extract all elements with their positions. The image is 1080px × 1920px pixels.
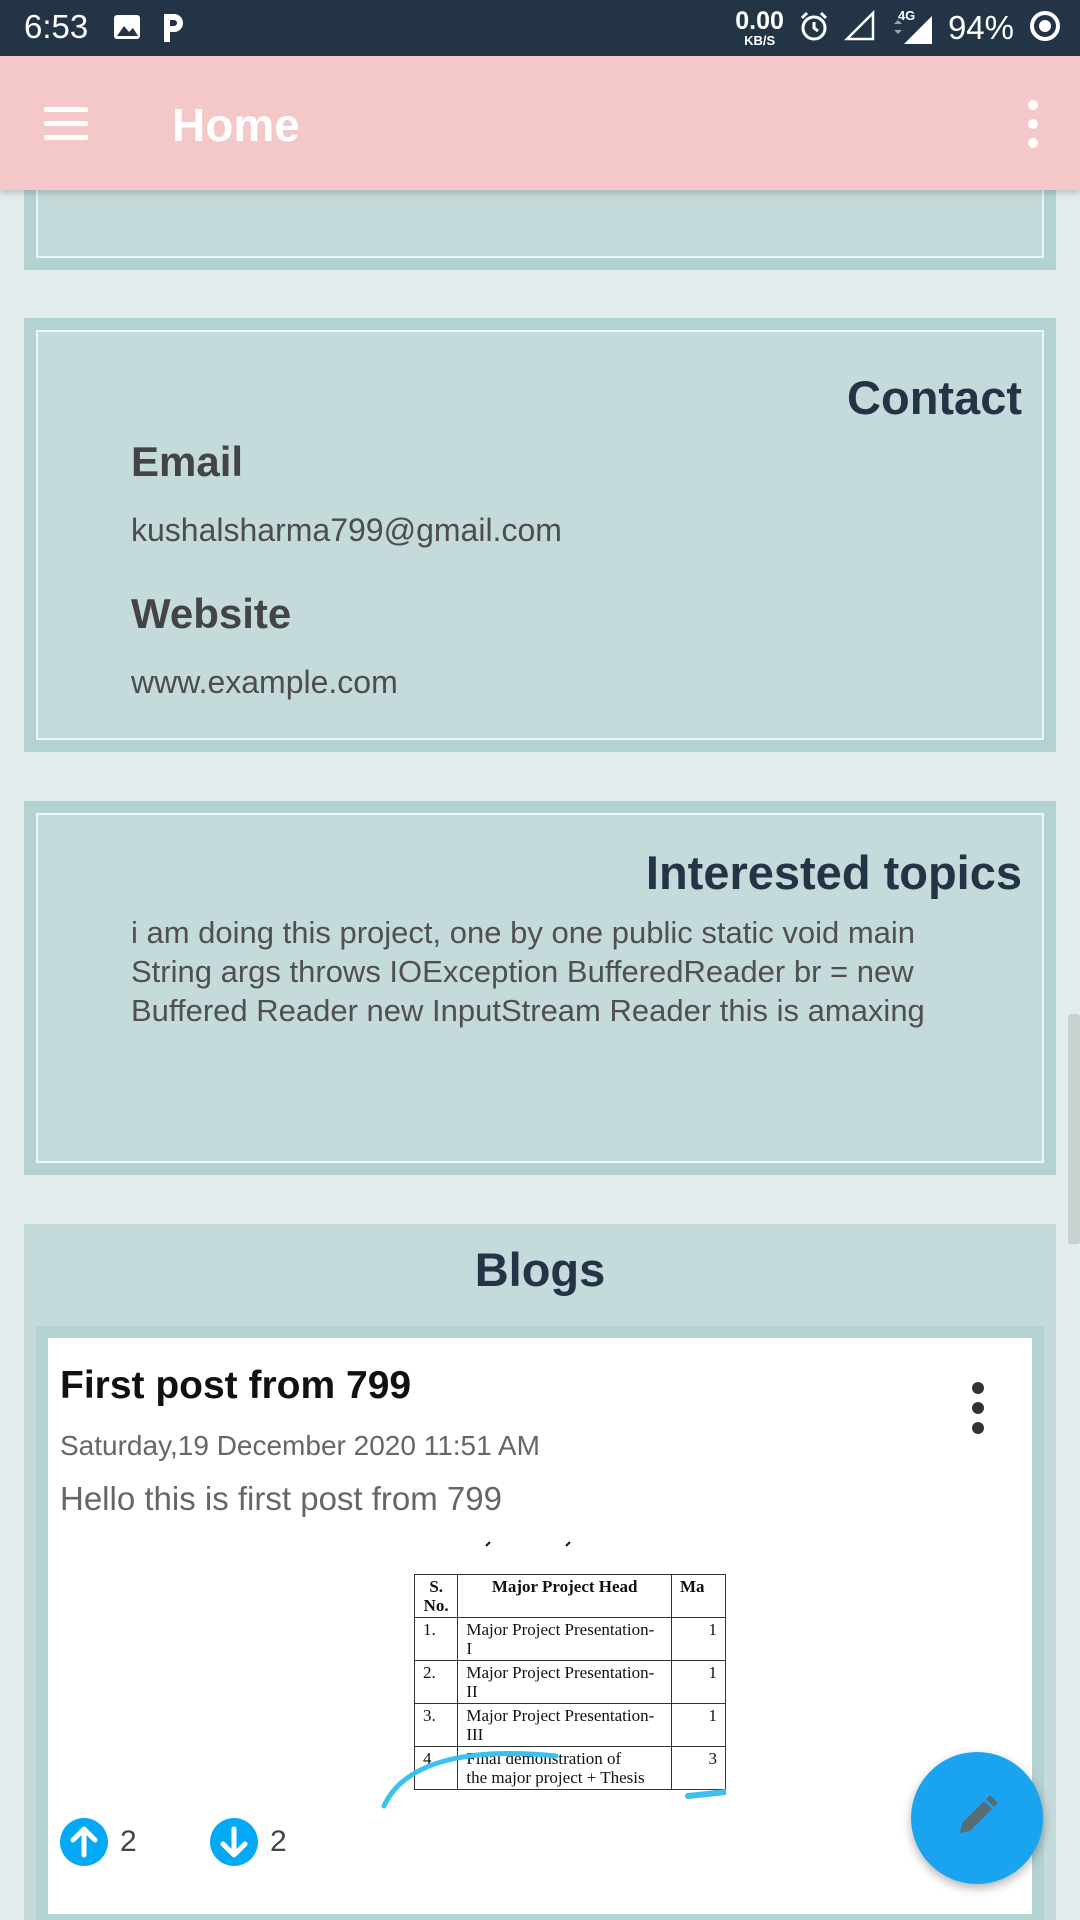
post-title: First post from 799 bbox=[60, 1364, 412, 1407]
upvote[interactable]: 2 bbox=[60, 1818, 137, 1866]
post-image-table-header: S. No. Major Project Head Ma bbox=[413, 1574, 726, 1618]
table-row: 4. Final demonstration of the major proj… bbox=[413, 1746, 726, 1790]
post-image-header-cell: Ma bbox=[671, 1574, 726, 1618]
battery-level: 94% bbox=[947, 9, 1014, 46]
p-icon bbox=[160, 12, 186, 48]
post-date: Saturday,19 December 2020 11:51 AM bbox=[60, 1430, 540, 1461]
topics-heading: Interested topics bbox=[645, 846, 1022, 899]
signal-4g-icon: 4G bbox=[890, 8, 934, 46]
net-speed-value: 0.00 bbox=[735, 7, 784, 35]
signal-empty-icon bbox=[843, 9, 876, 46]
upvote-count: 2 bbox=[120, 1825, 137, 1858]
compose-fab[interactable] bbox=[911, 1752, 1043, 1884]
post-image-table: S. No. Major Project Head Ma 1. Major Pr… bbox=[413, 1574, 726, 1790]
table-cell: Major Project Presentation- III bbox=[457, 1703, 673, 1747]
table-row: 3. Major Project Presentation- III 1 bbox=[413, 1703, 726, 1747]
alarm-icon bbox=[798, 10, 830, 46]
table-cell: 4. bbox=[413, 1746, 459, 1790]
hamburger-icon[interactable] bbox=[28, 94, 102, 152]
status-time: 6:53 bbox=[24, 8, 89, 45]
more-vert-icon[interactable] bbox=[1006, 92, 1060, 156]
net-speed-unit: KB/S bbox=[744, 33, 776, 48]
table-cell: 3 bbox=[671, 1746, 726, 1790]
scrollbar-thumb[interactable] bbox=[1068, 1014, 1080, 1244]
page-title: Home bbox=[172, 99, 300, 151]
website-label: Website bbox=[131, 590, 292, 637]
status-left-icons bbox=[112, 12, 186, 48]
contact-heading: Contact bbox=[847, 371, 1022, 424]
upvote-arrow-icon[interactable] bbox=[60, 1818, 108, 1866]
post-image-header-cell: Major Project Head bbox=[457, 1574, 673, 1618]
table-cell: 3. bbox=[413, 1703, 459, 1747]
table-cell: Major Project Presentation- I bbox=[457, 1617, 673, 1661]
table-row: 1. Major Project Presentation- I 1 bbox=[413, 1617, 726, 1661]
post-image-header-cell: S. No. bbox=[413, 1574, 459, 1618]
table-cell: 1 bbox=[671, 1703, 726, 1747]
app-bar: Home bbox=[0, 56, 1080, 190]
table-cell: 2. bbox=[413, 1660, 459, 1704]
image-icon bbox=[112, 12, 142, 48]
table-cell: Major Project Presentation- II bbox=[457, 1660, 673, 1704]
status-right-icons: 0.00 KB/S 4G 94% bbox=[735, 4, 1062, 52]
website-value[interactable]: www.example.com bbox=[131, 664, 398, 701]
blogs-section: Blogs First post from 799 Saturday,19 De… bbox=[24, 1224, 1056, 1920]
downvote-count: 2 bbox=[270, 1825, 287, 1858]
email-value[interactable]: kushalsharma799@gmail.com bbox=[131, 512, 562, 549]
pencil-icon bbox=[952, 1791, 1002, 1845]
table-cell: 1 bbox=[671, 1660, 726, 1704]
downvote[interactable]: 2 bbox=[210, 1818, 287, 1866]
downvote-arrow-icon[interactable] bbox=[210, 1818, 258, 1866]
post-body: Hello this is first post from 799 bbox=[60, 1480, 502, 1517]
topics-text: i am doing this project, one by one publ… bbox=[131, 915, 925, 1028]
blogs-heading: Blogs bbox=[474, 1243, 606, 1296]
net-speed: 0.00 KB/S bbox=[735, 7, 784, 48]
status-bar: 6:53 0.00 KB/S 4G 94% bbox=[0, 0, 1080, 56]
post-more-icon[interactable] bbox=[960, 1378, 996, 1438]
table-cell: 1 bbox=[671, 1617, 726, 1661]
battery-ring-icon bbox=[1028, 9, 1062, 47]
contact-card: Contact Email kushalsharma799@gmail.com … bbox=[24, 318, 1056, 752]
table-cell: Final demonstration of the major project… bbox=[457, 1746, 673, 1790]
table-cell: 1. bbox=[413, 1617, 459, 1661]
email-label: Email bbox=[131, 438, 244, 485]
topics-card: Interested topics i am doing this projec… bbox=[24, 801, 1056, 1175]
post-image[interactable]: S. No. Major Project Head Ma 1. Major Pr… bbox=[366, 1538, 726, 1810]
blog-post-card[interactable]: First post from 799 Saturday,19 December… bbox=[36, 1326, 1044, 1920]
table-row: 2. Major Project Presentation- II 1 bbox=[413, 1660, 726, 1704]
